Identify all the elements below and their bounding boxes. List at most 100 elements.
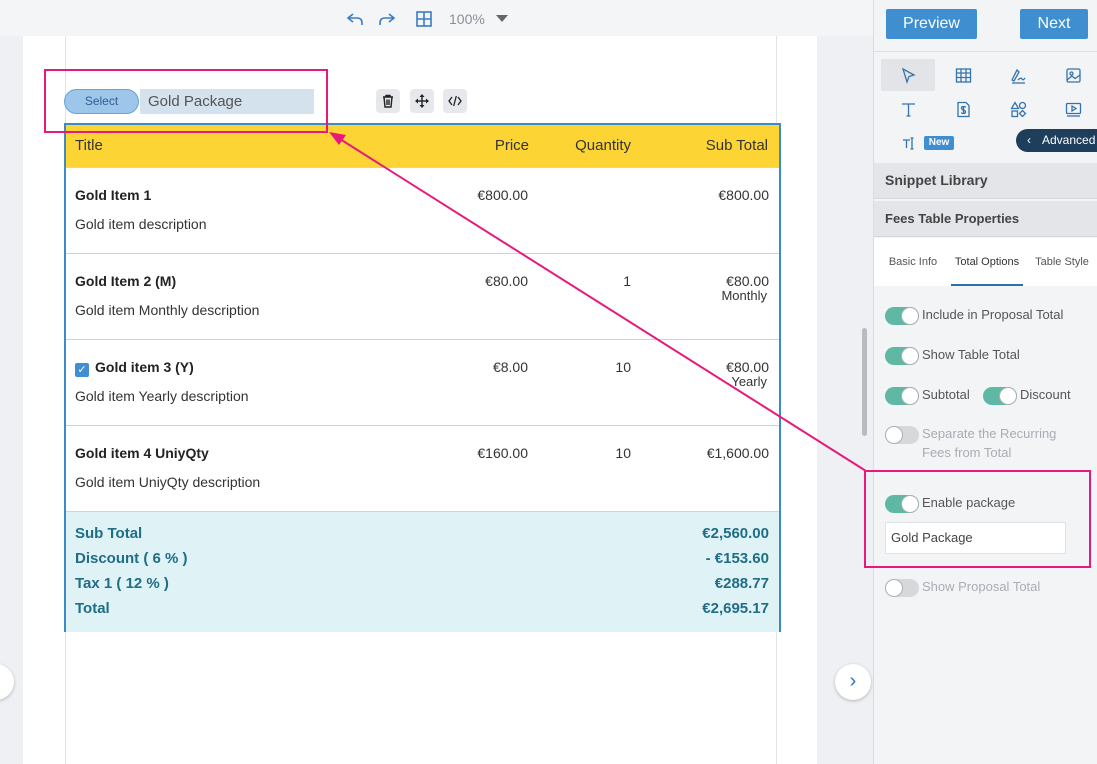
item-name: Gold Item 1 — [75, 187, 152, 203]
tab-basic-info[interactable]: Basic Info — [882, 238, 944, 286]
item-quantity: 10 — [615, 445, 631, 461]
discount-toggle[interactable] — [983, 387, 1017, 405]
include-proposal-total-label: Include in Proposal Total — [922, 307, 1064, 322]
show-proposal-total-label: Show Proposal Total — [922, 579, 1041, 594]
item-subtotal: €1,600.00 — [706, 445, 769, 461]
chevron-right-icon: › — [849, 670, 857, 692]
zoom-dropdown-icon[interactable] — [496, 15, 508, 22]
item-description: Gold item Monthly description — [75, 302, 260, 318]
chevron-left-icon: ‹ — [1027, 133, 1031, 147]
item-price: €80.00 — [485, 273, 528, 289]
separate-recurring-label-2: Fees from Total — [922, 445, 1012, 460]
annotation-box — [44, 69, 328, 133]
item-description: Gold item description — [75, 216, 207, 232]
cursor-tool[interactable] — [881, 59, 935, 91]
item-price: €800.00 — [477, 187, 528, 203]
advanced-label: Advanced — [1042, 133, 1096, 147]
price-tool[interactable] — [936, 93, 990, 125]
redo-icon[interactable] — [378, 10, 396, 28]
show-proposal-total-toggle[interactable] — [885, 579, 919, 597]
shapes-icon — [1010, 101, 1027, 118]
show-table-total-toggle[interactable] — [885, 347, 919, 365]
item-name: Gold item 4 UniyQty — [75, 445, 209, 461]
item-description: Gold item UniyQty description — [75, 474, 261, 490]
item-frequency: Yearly — [731, 374, 767, 389]
subtotal-label: Subtotal — [922, 387, 970, 402]
next-button[interactable]: Next — [1020, 9, 1088, 39]
code-icon — [448, 95, 462, 107]
header-price: Price — [494, 137, 529, 154]
advanced-button[interactable]: ‹ Advanced — [1016, 129, 1097, 152]
video-icon — [1065, 102, 1082, 117]
item-price: €8.00 — [492, 359, 528, 375]
optional-item-checkbox[interactable]: ✓ — [75, 363, 89, 377]
table-row[interactable]: Gold Item 1 Gold item description €800.0… — [66, 168, 779, 254]
collapse-left-button[interactable]: ‹ — [0, 664, 14, 700]
discount-label: Discount — [1020, 387, 1071, 402]
new-badge: New — [924, 136, 954, 150]
properties-tabs: Basic Info Total Options Table Style — [874, 238, 1097, 286]
trash-icon — [383, 94, 393, 108]
table-row[interactable]: Gold Item 2 (M) Gold item Monthly descri… — [66, 254, 779, 340]
shapes-tool[interactable] — [991, 93, 1045, 125]
editor-toolbar: 100% — [0, 0, 873, 36]
video-tool[interactable] — [1046, 93, 1097, 125]
move-button[interactable] — [410, 89, 434, 113]
item-subtotal: €80.00 — [726, 359, 769, 375]
fees-table-properties-section[interactable]: Fees Table Properties — [874, 201, 1097, 237]
move-icon — [415, 94, 429, 108]
properties-panel: Preview Next New ‹ Advanced Snippet Libr… — [873, 0, 1097, 764]
image-tool[interactable] — [1046, 59, 1097, 91]
code-button[interactable] — [443, 89, 467, 113]
textfield-icon — [903, 137, 914, 150]
grid-icon[interactable] — [415, 10, 433, 28]
table-totals: Sub Total €2,560.00 Discount ( 6 % ) - €… — [66, 512, 779, 632]
signature-icon — [1011, 68, 1026, 84]
show-table-total-label: Show Table Total — [922, 347, 1020, 362]
table-tool[interactable] — [936, 59, 990, 91]
include-proposal-total-toggle[interactable] — [885, 307, 919, 325]
preview-button[interactable]: Preview — [886, 9, 977, 39]
price-icon — [957, 101, 970, 118]
discount-value: - €153.60 — [705, 550, 769, 567]
total-label: Total — [75, 600, 110, 617]
zoom-level[interactable]: 100% — [449, 11, 485, 27]
tax-label: Tax 1 ( 12 % ) — [75, 575, 169, 592]
signature-tool[interactable] — [991, 59, 1045, 91]
item-quantity: 1 — [623, 273, 631, 289]
item-subtotal: €80.00 — [726, 273, 769, 289]
table-row[interactable]: Gold item 4 UniyQty Gold item UniyQty de… — [66, 426, 779, 512]
header-subtotal: Sub Total — [705, 137, 768, 154]
item-name-wrap: ✓ Gold item 3 (Y) — [75, 359, 194, 377]
subtotal-value: €2,560.00 — [702, 525, 769, 542]
table-icon — [955, 68, 972, 83]
fees-table[interactable]: Title Price Quantity Sub Total Gold Item… — [64, 123, 781, 632]
expand-panel-button[interactable]: › — [835, 664, 871, 700]
item-quantity: 10 — [615, 359, 631, 375]
tax-value: €288.77 — [714, 575, 769, 592]
scrollbar[interactable] — [862, 328, 867, 436]
item-subtotal: €800.00 — [718, 187, 769, 203]
separate-recurring-label: Separate the Recurring — [922, 426, 1057, 441]
item-frequency: Monthly — [721, 288, 767, 303]
text-icon — [902, 103, 915, 117]
header-quantity: Quantity — [575, 137, 631, 154]
panel-header: Preview Next — [874, 0, 1097, 52]
discount-label: Discount ( 6 % ) — [75, 550, 188, 567]
delete-button[interactable] — [376, 89, 400, 113]
tab-table-style[interactable]: Table Style — [1031, 238, 1093, 286]
undo-icon[interactable] — [346, 10, 364, 28]
image-icon — [1066, 68, 1081, 83]
header-title: Title — [75, 137, 103, 154]
table-row[interactable]: ✓ Gold item 3 (Y) Gold item Yearly descri… — [66, 340, 779, 426]
annotation-box — [864, 470, 1091, 568]
tab-total-options[interactable]: Total Options — [951, 238, 1023, 286]
item-description: Gold item Yearly description — [75, 388, 249, 404]
separate-recurring-toggle[interactable] — [885, 426, 919, 444]
cursor-icon — [901, 67, 916, 84]
subtotal-label: Sub Total — [75, 525, 143, 542]
item-price: €160.00 — [477, 445, 528, 461]
snippet-library-section[interactable]: Snippet Library — [874, 163, 1097, 199]
subtotal-toggle[interactable] — [885, 387, 919, 405]
text-tool[interactable] — [881, 93, 935, 125]
